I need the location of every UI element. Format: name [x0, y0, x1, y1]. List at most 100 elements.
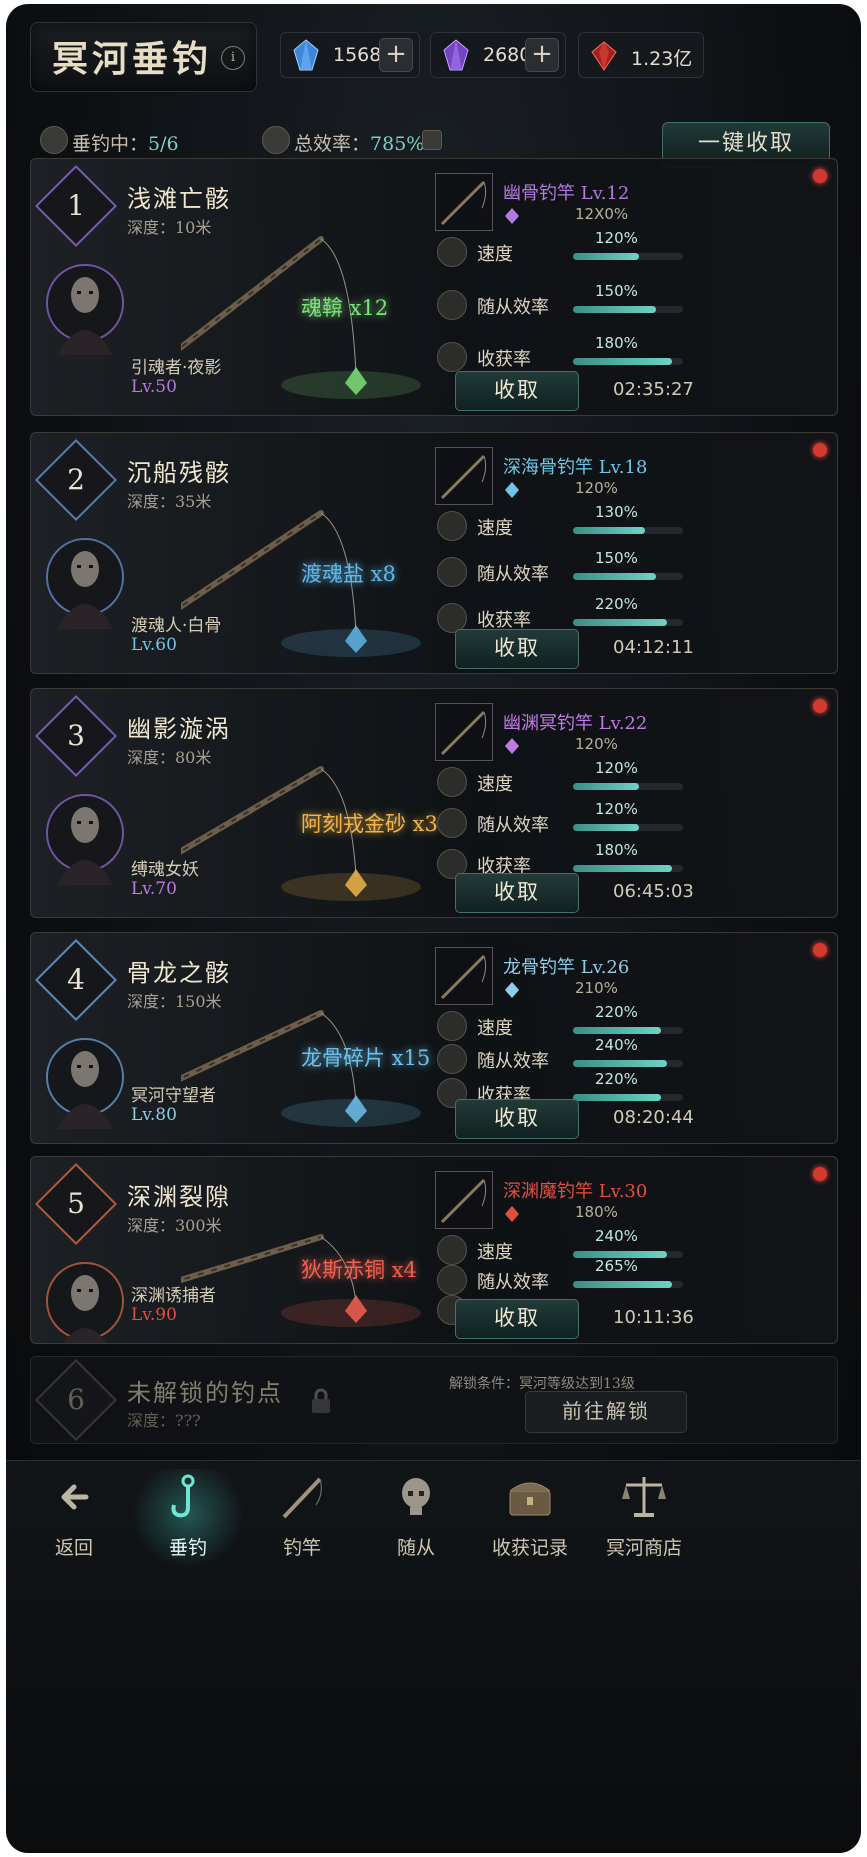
stat-bar-fill	[573, 1093, 661, 1101]
rod-panel: 龙骨钓竿 Lv.26 210% 速度 220% 随从效率 240% 收获率 22…	[435, 941, 829, 1139]
stat-bar	[573, 864, 683, 872]
efficiency-info-icon[interactable]	[422, 130, 442, 150]
lock-icon	[312, 1388, 330, 1413]
stat-value: 150%	[595, 548, 638, 567]
resource-red-gem: 1.23亿	[578, 32, 704, 78]
stat-bar	[573, 572, 683, 580]
stat-bar-fill	[573, 527, 645, 534]
countdown-timer: 04:12:11	[613, 637, 694, 658]
rod-gem-icon	[505, 208, 519, 224]
nav-item-1[interactable]: 垂钓	[132, 1469, 244, 1569]
catch-label: 龙骨碎片 x15	[301, 1046, 431, 1071]
catch-label: 阿刻戎金砂 x3	[301, 811, 438, 836]
stat-bar-fill	[573, 1060, 667, 1068]
collect-button[interactable]: 收取	[455, 1299, 579, 1339]
nav-item-3[interactable]: 随从	[360, 1469, 472, 1569]
fishing-hook-icon	[171, 1474, 195, 1518]
countdown-timer: 06:45:03	[613, 881, 694, 902]
red-gem-icon	[591, 41, 617, 71]
total-efficiency-value: 785%	[370, 133, 425, 155]
nav-item-2[interactable]: 钓竿	[246, 1469, 358, 1569]
resource-purple-crystal: 2680 +	[430, 32, 566, 78]
follower-level: Lv.50	[131, 377, 177, 397]
go-unlock-button[interactable]: 前往解锁	[525, 1391, 687, 1433]
add-purple-crystal-button[interactable]: +	[525, 38, 559, 72]
stat-bar-fill	[573, 823, 639, 831]
locked-spot-card: 6 未解锁的钓点 深度：??? 解锁条件：冥河等级达到13级 前往解锁	[30, 1356, 838, 1444]
follower-efficiency-icon	[437, 807, 467, 838]
collect-button[interactable]: 收取	[455, 629, 579, 669]
stat-value: 220%	[595, 594, 638, 613]
spot-number: 2	[67, 463, 85, 496]
stat-label: 收获率	[477, 609, 531, 631]
catch-label: 狄斯赤铜 x4	[301, 1257, 417, 1282]
countdown-timer: 02:35:27	[613, 379, 694, 400]
follower-portrait	[46, 1262, 124, 1343]
fishing-rod-icon[interactable]	[435, 173, 493, 231]
follower-name: 冥河守望者	[131, 1086, 216, 1106]
treasure-chest-icon	[509, 1482, 551, 1516]
rod-efficiency: 180%	[575, 1203, 618, 1221]
rod-panel: 深海骨钓竿 Lv.18 120% 速度 130% 随从效率 150% 收获率 2…	[435, 441, 829, 669]
stat-value: 240%	[595, 1227, 638, 1245]
fishing-count: 垂钓中：5/6	[72, 129, 179, 156]
countdown-timer: 10:11:36	[613, 1307, 694, 1328]
fishing-rod-icon[interactable]	[435, 703, 493, 761]
stat-bar	[573, 527, 683, 534]
stat-label: 速度	[477, 774, 513, 795]
follower-efficiency-icon	[437, 1265, 467, 1295]
collect-button[interactable]: 收取	[455, 1099, 579, 1139]
rod-panel: 深渊魔钓竿 Lv.30 180% 速度 240% 随从效率 265% 收获率	[435, 1165, 829, 1339]
follower-name: 渡魂人·白骨	[131, 616, 222, 636]
add-blue-crystal-button[interactable]: +	[379, 38, 413, 72]
nav-label: 钓竿	[282, 1537, 321, 1559]
stat-bar	[573, 1093, 683, 1101]
stat-row: 随从效率 150%	[435, 549, 829, 587]
fishing-rod-icon[interactable]	[435, 447, 493, 505]
fishing-rod-icon[interactable]	[435, 1171, 493, 1229]
stat-row: 速度 120%	[435, 229, 829, 267]
nav-item-0[interactable]: 返回	[18, 1469, 130, 1569]
rod-gem-icon	[505, 1206, 519, 1222]
stat-label: 速度	[477, 1242, 513, 1263]
nav-item-5[interactable]: 冥河商店	[588, 1469, 700, 1569]
spot-depth: 深度：???	[127, 1411, 201, 1430]
fishing-spot-card: 5 深渊裂隙 深度：300米 深渊诱捕者 Lv.90 狄斯赤铜 x4 深渊魔钓竿…	[30, 1156, 838, 1344]
blue-crystal-icon	[293, 39, 319, 71]
spot-number: 6	[67, 1383, 85, 1416]
nav-item-4[interactable]: 收获记录	[474, 1469, 586, 1569]
stat-bar	[573, 305, 683, 313]
stat-value: 120%	[595, 799, 638, 818]
follower-name: 深渊诱捕者	[131, 1286, 216, 1306]
rod-name: 深渊魔钓竿 Lv.30	[503, 1181, 648, 1202]
red-gem-count: 1.23亿	[631, 48, 693, 70]
stat-bar	[573, 823, 683, 831]
follower-level: Lv.60	[131, 635, 177, 655]
fishing-rod-icon[interactable]	[435, 947, 493, 1005]
back-arrow-icon	[61, 1484, 89, 1510]
stat-value: 120%	[595, 229, 638, 247]
stat-value: 240%	[595, 1036, 638, 1055]
follower-portrait	[46, 264, 124, 355]
stat-bar-fill	[573, 783, 639, 790]
collect-button[interactable]: 收取	[455, 873, 579, 913]
follower-efficiency-icon	[437, 1044, 467, 1075]
collect-button[interactable]: 收取	[455, 371, 579, 411]
total-efficiency-label: 总效率：	[294, 133, 371, 155]
stat-bar-fill	[573, 253, 639, 260]
stat-bar-fill	[573, 572, 656, 580]
stat-label: 随从效率	[477, 563, 549, 585]
speed-icon	[437, 767, 467, 797]
fishing-spot-card: 3 幽影漩涡 深度：80米 缚魂女妖 Lv.70 阿刻戎金砂 x3 幽渊冥钓竿 …	[30, 688, 838, 918]
info-icon[interactable]: i	[221, 46, 245, 70]
spot-name: 浅滩亡骸	[127, 185, 231, 213]
stat-label: 随从效率	[477, 1272, 549, 1293]
spot-number: 4	[67, 963, 85, 996]
spot-number: 5	[67, 1187, 85, 1220]
fishing-spot-card: 1 浅滩亡骸 深度：10米 引魂者·夜影 Lv.50 魂鞥 x12 幽骨钓竿 L…	[30, 158, 838, 416]
stat-row: 随从效率 265%	[435, 1257, 829, 1295]
follower-level: Lv.70	[131, 879, 177, 899]
speed-icon	[437, 237, 467, 267]
stat-row: 随从效率 150%	[435, 282, 829, 320]
catch-label: 魂鞥 x12	[301, 296, 389, 321]
